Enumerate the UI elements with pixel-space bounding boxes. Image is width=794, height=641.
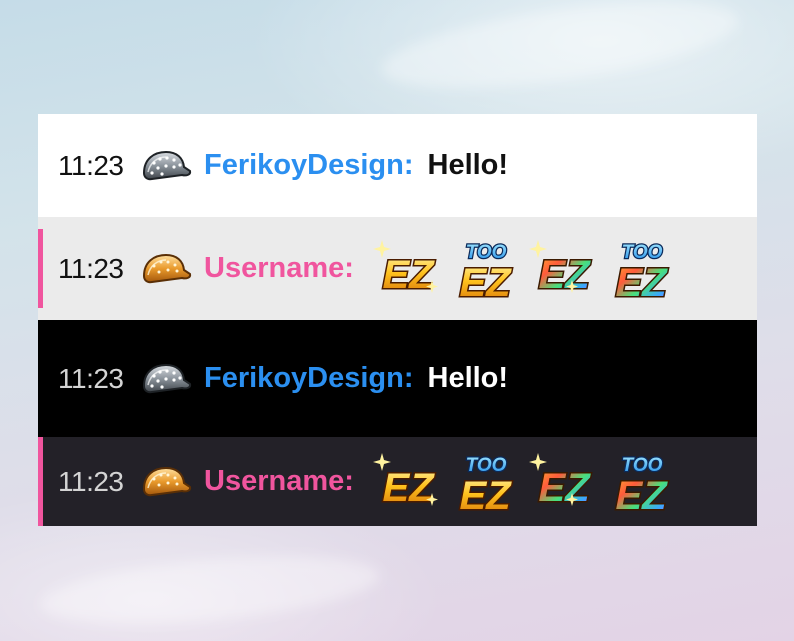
message-timestamp: 11:23	[58, 252, 124, 284]
highlight-bar	[38, 229, 43, 308]
username[interactable]: FerikoyDesign:	[204, 149, 414, 182]
background-brush-stroke	[38, 545, 382, 635]
username[interactable]: FerikoyDesign:	[204, 362, 414, 395]
username[interactable]: Username:	[204, 465, 354, 498]
ez-gold-emote[interactable]	[372, 236, 442, 302]
background-brush-stroke	[376, 0, 744, 105]
silver-cap-icon	[140, 362, 192, 396]
chat-message-row: 11:23 FerikoyDesign: Hello!	[38, 114, 757, 217]
silver-cap-icon	[140, 149, 192, 183]
message-timestamp: 11:23	[58, 362, 124, 394]
chat-panel: 11:23 FerikoyDesign: Hello! 11:23 Userna…	[38, 114, 757, 526]
too-ez-rainbow-emote[interactable]	[606, 236, 676, 302]
ez-rainbow-emote[interactable]	[528, 449, 598, 515]
chat-message-row-highlighted: 11:23 Username:	[38, 437, 757, 526]
message-timestamp: 11:23	[58, 465, 124, 497]
ez-gold-emote[interactable]	[372, 449, 442, 515]
gold-cap-icon	[140, 465, 192, 499]
chat-message-row: 11:23 FerikoyDesign: Hello!	[38, 320, 757, 437]
emote-list	[372, 236, 684, 302]
username[interactable]: Username:	[204, 252, 354, 285]
chat-message-row-highlighted: 11:23 Username:	[38, 217, 757, 320]
message-text: Hello!	[427, 362, 509, 394]
emote-list	[372, 449, 684, 515]
message-text: Hello!	[427, 149, 509, 181]
too-ez-rainbow-emote[interactable]	[606, 449, 676, 515]
too-ez-gold-emote[interactable]	[450, 449, 520, 515]
too-ez-gold-emote[interactable]	[450, 236, 520, 302]
ez-rainbow-emote[interactable]	[528, 236, 598, 302]
message-timestamp: 11:23	[58, 149, 124, 181]
highlight-bar	[38, 437, 43, 526]
gold-cap-icon	[140, 252, 192, 286]
